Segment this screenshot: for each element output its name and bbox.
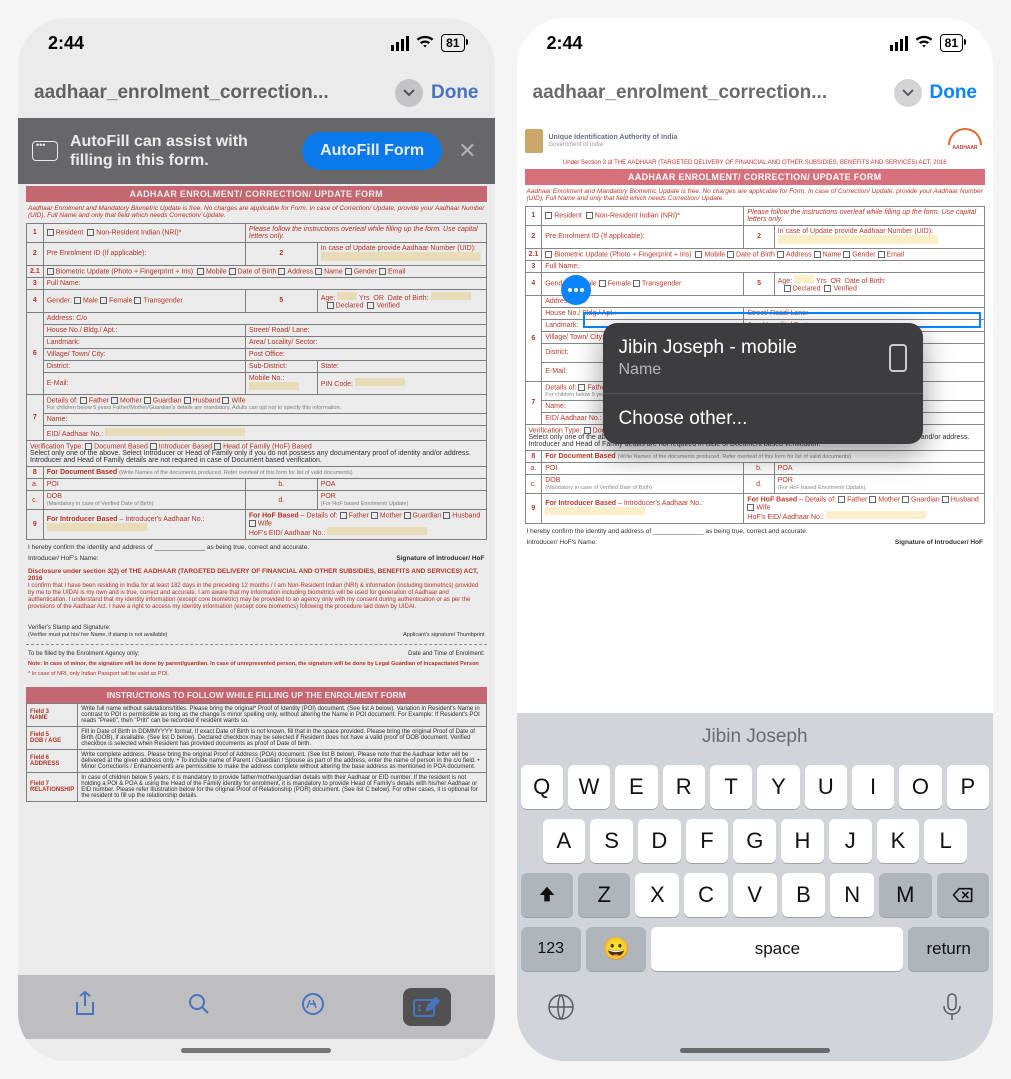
- key-x[interactable]: X: [635, 873, 679, 917]
- battery-icon: 81: [940, 34, 963, 52]
- clock: 2:44: [547, 33, 583, 54]
- phone-left: 2:44 81 aadhaar_enrolment_correction... …: [18, 18, 495, 1061]
- nav-header: aadhaar_enrolment_correction... Done: [517, 68, 994, 118]
- autofill-choose-other[interactable]: Choose other...: [603, 393, 923, 444]
- form-note: Aadhaar Enrolment and Mandatory Biometri…: [28, 205, 485, 220]
- autofill-option-contact[interactable]: Jibin Joseph - mobileName: [603, 323, 923, 393]
- key-m[interactable]: M: [879, 873, 931, 917]
- document-title: aadhaar_enrolment_correction...: [34, 82, 387, 104]
- key-t[interactable]: T: [710, 765, 752, 809]
- key-y[interactable]: Y: [757, 765, 799, 809]
- keyboard-suggestion[interactable]: Jibin Joseph: [517, 713, 994, 761]
- key-r[interactable]: R: [663, 765, 705, 809]
- clock: 2:44: [48, 33, 84, 54]
- form-title: AADHAAR ENROLMENT/ CORRECTION/ UPDATE FO…: [525, 169, 986, 185]
- done-button[interactable]: Done: [930, 82, 978, 104]
- key-a[interactable]: A: [543, 819, 586, 863]
- status-bar: 2:44 81: [18, 18, 495, 68]
- nav-header: aadhaar_enrolment_correction... Done: [18, 68, 495, 118]
- key-z[interactable]: Z: [578, 873, 630, 917]
- key-u[interactable]: U: [805, 765, 847, 809]
- dictation-icon[interactable]: [941, 992, 963, 1029]
- key-d[interactable]: D: [638, 819, 681, 863]
- shift-key[interactable]: [521, 873, 573, 917]
- banner-text: AutoFill can assist with filling in this…: [70, 132, 290, 170]
- aadhaar-logo-icon: AADHAAR: [945, 128, 985, 154]
- key-c[interactable]: C: [684, 873, 728, 917]
- autofill-bubble-icon[interactable]: [561, 275, 591, 305]
- key-k[interactable]: K: [877, 819, 920, 863]
- home-indicator[interactable]: [517, 1039, 994, 1061]
- home-indicator[interactable]: [18, 1039, 495, 1061]
- autofill-form-button[interactable]: AutoFill Form: [302, 132, 442, 170]
- keyboard: Jibin Joseph QWERTYUIOP ASDFGHJKL ZXCVBN…: [517, 713, 994, 1061]
- key-q[interactable]: Q: [521, 765, 563, 809]
- space-key[interactable]: space: [651, 927, 903, 971]
- wifi-icon: [415, 33, 435, 54]
- cellular-icon: [391, 36, 409, 51]
- markup-stamp-icon[interactable]: [289, 992, 337, 1023]
- form-icon: [32, 141, 58, 161]
- form-table: 1Resident Non-Resident Indian (NRI)*Plea…: [26, 223, 487, 540]
- share-icon[interactable]: [61, 991, 109, 1024]
- status-bar: 2:44 81: [517, 18, 994, 68]
- title-menu-button[interactable]: [894, 79, 922, 107]
- autofill-popover: Jibin Joseph - mobileName Choose other..…: [603, 323, 923, 444]
- battery-icon: 81: [441, 34, 464, 52]
- key-s[interactable]: S: [590, 819, 633, 863]
- return-key[interactable]: return: [908, 927, 989, 971]
- autofill-banner: AutoFill can assist with filling in this…: [18, 118, 495, 184]
- close-icon[interactable]: ✕: [454, 138, 480, 164]
- emoji-key[interactable]: 😀: [586, 927, 646, 971]
- key-e[interactable]: E: [615, 765, 657, 809]
- emblem-icon: [525, 129, 543, 153]
- globe-icon[interactable]: [547, 993, 575, 1028]
- search-icon[interactable]: [175, 992, 223, 1023]
- key-p[interactable]: P: [947, 765, 989, 809]
- instructions-table: Field 3NAMEWrite full name without salut…: [26, 703, 487, 802]
- cellular-icon: [890, 36, 908, 51]
- pdf-document[interactable]: Unique Identification Authority of India…: [517, 118, 994, 713]
- key-v[interactable]: V: [733, 873, 777, 917]
- key-h[interactable]: H: [781, 819, 824, 863]
- key-l[interactable]: L: [924, 819, 967, 863]
- key-j[interactable]: J: [829, 819, 872, 863]
- pdf-document[interactable]: AADHAAR ENROLMENT/ CORRECTION/ UPDATE FO…: [18, 184, 495, 975]
- backspace-key[interactable]: [937, 873, 989, 917]
- document-title: aadhaar_enrolment_correction...: [533, 82, 886, 104]
- key-i[interactable]: I: [852, 765, 894, 809]
- wifi-icon: [914, 33, 934, 54]
- device-icon: [889, 344, 907, 372]
- form-title-cut: AADHAAR ENROLMENT/ CORRECTION/ UPDATE FO…: [26, 186, 487, 202]
- bottom-toolbar: [18, 975, 495, 1039]
- key-w[interactable]: W: [568, 765, 610, 809]
- phone-right: 2:44 81 aadhaar_enrolment_correction... …: [517, 18, 994, 1061]
- edit-form-icon[interactable]: [403, 988, 451, 1026]
- key-g[interactable]: G: [733, 819, 776, 863]
- title-menu-button[interactable]: [395, 79, 423, 107]
- key-f[interactable]: F: [686, 819, 729, 863]
- key-o[interactable]: O: [899, 765, 941, 809]
- numbers-key[interactable]: 123: [521, 927, 581, 971]
- done-button[interactable]: Done: [431, 82, 479, 104]
- key-b[interactable]: B: [782, 873, 826, 917]
- instructions-title: INSTRUCTIONS TO FOLLOW WHILE FILLING UP …: [26, 687, 487, 703]
- key-n[interactable]: N: [830, 873, 874, 917]
